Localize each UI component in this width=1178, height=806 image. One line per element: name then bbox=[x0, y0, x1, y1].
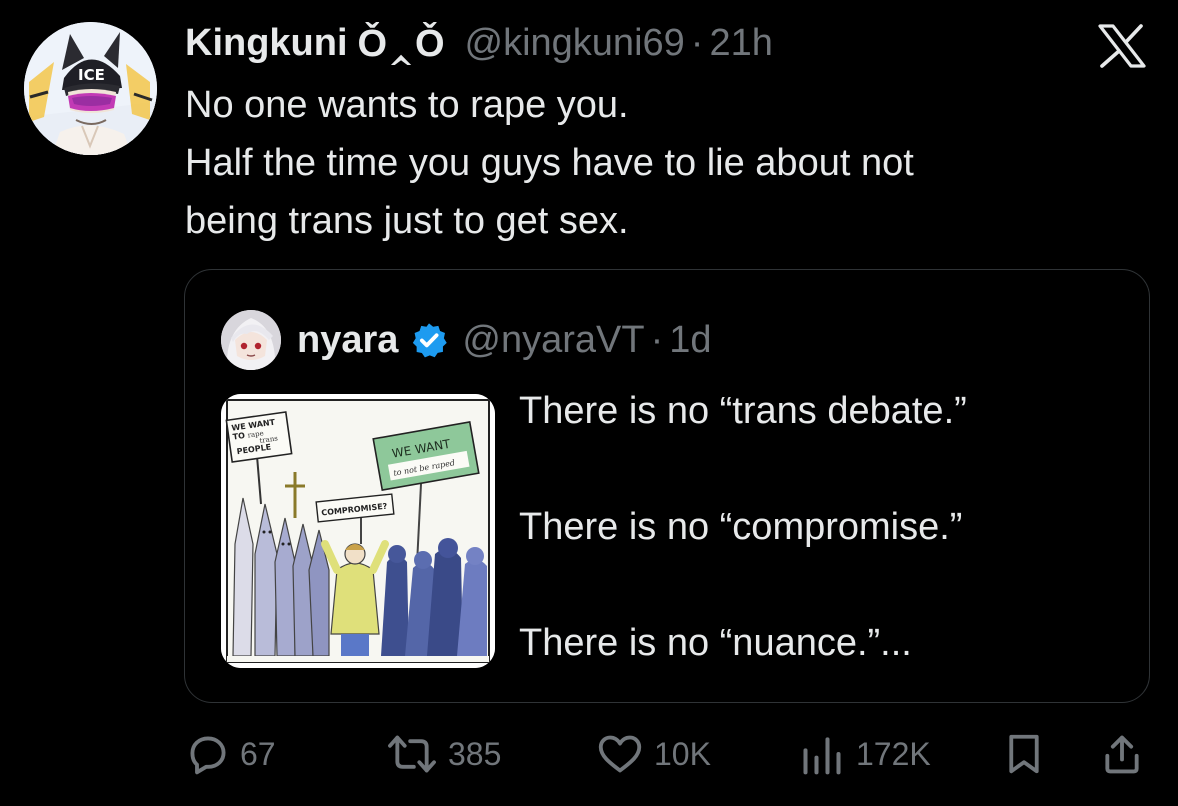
views-icon bbox=[803, 737, 841, 775]
repost-button[interactable]: 385 bbox=[386, 726, 501, 782]
quoted-text-line: There is no “compromise.” bbox=[519, 506, 963, 548]
quoted-author-avatar-image bbox=[221, 310, 281, 370]
comic-illustration: WE WANT TO rape trans PEOPLE COMPROMISE? bbox=[221, 394, 495, 668]
like-count: 10K bbox=[654, 735, 711, 772]
bookmark-button[interactable] bbox=[1004, 726, 1044, 782]
author-avatar-image: ICE bbox=[24, 22, 157, 155]
tweet-text-line: No one wants to rape you. bbox=[185, 84, 629, 126]
like-button[interactable]: 10K bbox=[596, 726, 711, 782]
verified-badge-icon bbox=[413, 323, 448, 358]
bookmark-icon bbox=[1009, 734, 1039, 774]
share-button[interactable] bbox=[1100, 726, 1144, 782]
tweet-text: No one wants to rape you. Half the time … bbox=[185, 76, 1085, 250]
quoted-tweet-image[interactable]: WE WANT TO rape trans PEOPLE COMPROMISE? bbox=[221, 394, 495, 668]
repost-icon bbox=[388, 735, 436, 773]
header-separator: · bbox=[690, 21, 704, 64]
quoted-text-line: There is no “trans debate.” bbox=[519, 390, 967, 432]
reply-count: 67 bbox=[240, 735, 276, 772]
avatar-cap-text: ICE bbox=[78, 66, 105, 84]
author-display-name[interactable]: Kingkuni bbox=[185, 22, 348, 65]
comic-left-sign-line: TO bbox=[232, 431, 246, 442]
quoted-tweet-header: nyara @nyaraVT · 1d bbox=[297, 316, 712, 364]
tweet-action-bar: 67 385 10K 172K bbox=[0, 726, 1178, 782]
tweet-text-line: Half the time you guys have to lie about… bbox=[185, 142, 914, 184]
author-handle[interactable]: @kingkuni69 bbox=[465, 22, 685, 65]
reply-icon bbox=[190, 736, 226, 775]
quoted-author-handle[interactable]: @nyaraVT bbox=[462, 319, 644, 362]
share-icon bbox=[1105, 735, 1139, 774]
quoted-tweet-timestamp[interactable]: 1d bbox=[669, 319, 711, 362]
author-name-emoji: Ǒ‸Ǒ bbox=[357, 22, 445, 65]
author-avatar[interactable]: ICE bbox=[24, 22, 157, 155]
views-count: 172K bbox=[856, 735, 931, 772]
quoted-text-line: There is no “nuance.”... bbox=[519, 622, 912, 664]
quoted-tweet-card[interactable]: nyara @nyaraVT · 1d WE WANT TO rape tran… bbox=[184, 269, 1150, 703]
x-logo-icon bbox=[1098, 24, 1146, 68]
quoted-author-avatar[interactable] bbox=[221, 310, 281, 370]
tweet-timestamp[interactable]: 21h bbox=[709, 22, 772, 65]
tweet-text-line: being trans just to get sex. bbox=[185, 200, 629, 242]
reply-button[interactable]: 67 bbox=[186, 726, 276, 782]
quoted-author-display-name[interactable]: nyara bbox=[297, 319, 398, 362]
views-button[interactable]: 172K bbox=[798, 726, 931, 782]
tweet-header: Kingkuni Ǒ‸Ǒ @kingkuni69 · 21h bbox=[185, 18, 773, 68]
repost-count: 385 bbox=[448, 735, 502, 772]
like-icon bbox=[598, 735, 642, 773]
quoted-header-separator: · bbox=[650, 318, 664, 361]
